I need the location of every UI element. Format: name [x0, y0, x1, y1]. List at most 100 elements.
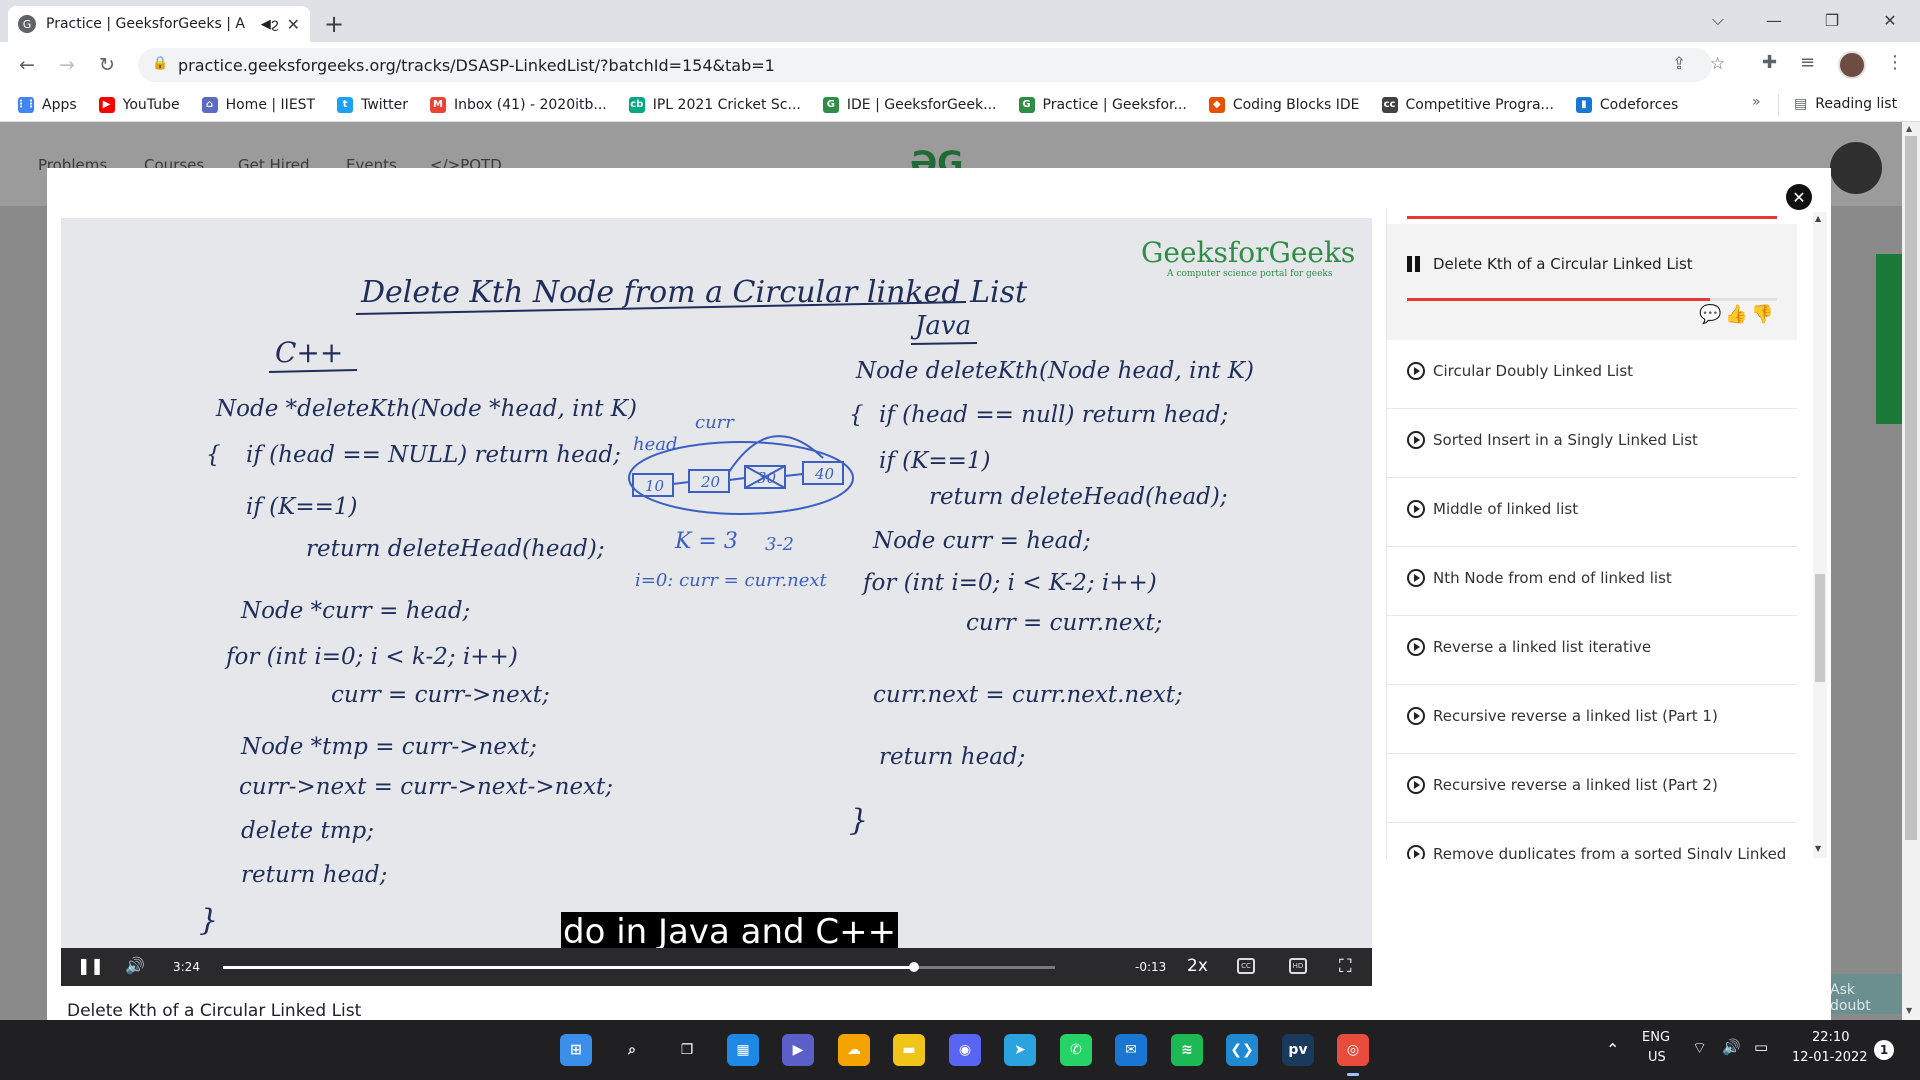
reading-list-label: Reading list	[1815, 96, 1898, 112]
taskbar-telegram-icon[interactable]: ➤	[1004, 1034, 1036, 1066]
windows-taskbar: ⌃ ENG US ⌔ 🔊 ▭ 22:10 12-01-2022 ⊞ ⌕ ❐ ▦ ▶ ☁ ▬ ◉…	[0, 1020, 1920, 1080]
seek-knob[interactable]	[908, 962, 919, 972]
bookmark-item[interactable]: cb IPL 2021 Cricket Sc...	[628, 96, 801, 113]
playlist-scroll-up-icon[interactable]: ▲	[1815, 214, 1821, 223]
comment-icon[interactable]: 💬	[1699, 304, 1721, 325]
playlist-scroll-down-icon[interactable]: ▼	[1815, 844, 1821, 853]
scroll-up-icon[interactable]: ▲	[1906, 124, 1912, 133]
taskbar-discord-icon[interactable]: ◉	[949, 1034, 981, 1066]
bookmark-item[interactable]: ⋮⋮ Apps	[16, 96, 77, 113]
video-player[interactable]: Delete Kth Node from a Circular linked L…	[61, 218, 1372, 986]
page-scrollbar[interactable]: ▲ ▼	[1902, 122, 1920, 1020]
bookmark-label: Apps	[42, 96, 77, 113]
volume-tray-icon[interactable]: 🔊	[1722, 1038, 1741, 1056]
video-controls: ❚❚ 🔊 3:24 -0:13 2x CC HD ⛶	[61, 948, 1372, 986]
menu-dots-icon[interactable]: ⋮	[1886, 52, 1904, 73]
bookmark-item[interactable]: G Practice | Geeksfor...	[1018, 96, 1187, 113]
notification-badge[interactable]: 1	[1874, 1040, 1894, 1060]
new-tab-button[interactable]: +	[318, 8, 350, 40]
tab-search-chevron-icon[interactable]: ⌵	[1690, 0, 1746, 40]
taskbar-chrome-icon[interactable]: ◎	[1337, 1034, 1369, 1076]
reading-list-button[interactable]: ▤ Reading list	[1794, 96, 1897, 112]
forward-button[interactable]: →	[52, 50, 82, 80]
scroll-down-icon[interactable]: ▼	[1906, 1006, 1912, 1015]
playlist-item[interactable]: Sorted Insert in a Singly Linked List	[1387, 409, 1797, 478]
lock-icon[interactable]: 🔒	[152, 56, 168, 71]
user-avatar[interactable]	[1830, 142, 1882, 194]
taskbar-teams-chat-icon[interactable]: ▶	[782, 1034, 814, 1066]
playlist-scrollbar[interactable]: ▲ ▼	[1813, 212, 1827, 858]
profile-avatar[interactable]	[1838, 51, 1866, 79]
bookmarks-overflow-button[interactable]: »	[1752, 94, 1761, 110]
playlist-item[interactable]: Middle of linked list	[1387, 478, 1797, 547]
playlist-item[interactable]: Reverse a linked list iterative	[1387, 616, 1797, 685]
taskbar-start-icon[interactable]: ⊞	[560, 1034, 592, 1066]
minimize-button[interactable]: —	[1746, 0, 1802, 40]
language-top[interactable]: ENG	[1642, 1030, 1670, 1045]
clock-time[interactable]: 22:10	[1812, 1030, 1849, 1045]
taskbar-widgets-icon[interactable]: ▦	[727, 1034, 759, 1066]
maximize-button[interactable]: ❐	[1804, 0, 1860, 40]
now-playing-pause-icon	[1407, 256, 1421, 272]
taskbar-task-view-icon[interactable]: ❐	[671, 1034, 703, 1066]
battery-icon[interactable]: ▭	[1754, 1038, 1768, 1056]
thumbs-down-icon[interactable]: 👎	[1751, 304, 1773, 325]
bookmark-item[interactable]: t Twitter	[337, 96, 408, 113]
fullscreen-icon[interactable]: ⛶	[1339, 956, 1352, 977]
taskbar-vscode-icon[interactable]: ❮❯	[1226, 1034, 1258, 1066]
extensions-icon[interactable]: ✚	[1762, 52, 1777, 73]
ask-doubt-button[interactable]: Ask doubt	[1822, 974, 1902, 1014]
reload-button[interactable]: ↻	[92, 50, 122, 80]
cpp-line-6: Node *curr = head;	[240, 598, 470, 624]
taskbar-whatsapp-icon[interactable]: ✆	[1060, 1034, 1092, 1066]
playlist-current-item[interactable]: Delete Kth of a Circular Linked List 💬 👍…	[1387, 224, 1797, 340]
playlist-item[interactable]: Recursive reverse a linked list (Part 2)	[1387, 754, 1797, 823]
cpp-line-10: curr->next = curr->next->next;	[239, 774, 613, 800]
browser-tab[interactable]: G Practice | GeeksforGeeks | A ◀ϩ ✕	[8, 6, 310, 42]
bookmark-star-icon[interactable]: ☆	[1710, 54, 1725, 74]
seek-bar[interactable]	[223, 962, 1055, 972]
bookmark-item[interactable]: cc Competitive Progra...	[1381, 96, 1554, 113]
thumbs-up-icon[interactable]: 👍	[1725, 304, 1747, 325]
playlist-item[interactable]: Recursive reverse a linked list (Part 1)	[1387, 685, 1797, 754]
cpp-label: C++	[275, 336, 343, 369]
volume-icon[interactable]: 🔊	[125, 956, 145, 975]
back-button[interactable]: ←	[12, 50, 42, 80]
close-window-button[interactable]: ✕	[1862, 0, 1918, 40]
taskbar-prime-video-icon[interactable]: pv	[1282, 1034, 1314, 1066]
speed-button[interactable]: 2x	[1187, 956, 1208, 976]
clock-date[interactable]: 12-01-2022	[1792, 1050, 1868, 1065]
taskbar-file-explorer-icon[interactable]: ▬	[893, 1034, 925, 1066]
bookmark-item[interactable]: ◆ Coding Blocks IDE	[1208, 96, 1360, 113]
wifi-icon[interactable]: ⌔	[1692, 1038, 1707, 1058]
taskbar-search-icon[interactable]: ⌕	[616, 1034, 648, 1066]
hd-button[interactable]: HD	[1289, 958, 1307, 974]
live-batches-tab[interactable]	[1876, 254, 1902, 424]
pause-button[interactable]: ❚❚	[77, 956, 104, 975]
modal-close-button[interactable]: ✕	[1786, 184, 1812, 210]
captions-button[interactable]: CC	[1237, 958, 1255, 974]
playlist-scroll-thumb[interactable]	[1815, 574, 1825, 682]
address-bar[interactable]: 🔒 practice.geeksforgeeks.org/tracks/DSAS…	[138, 48, 1725, 82]
taskbar-mail-icon[interactable]: ✉	[1115, 1034, 1147, 1066]
bookmark-item[interactable]: ⌂ Home | IIEST	[201, 96, 315, 113]
java-line-5: return deleteHead(head);	[929, 484, 1228, 510]
playlist-item[interactable]: Circular Doubly Linked List	[1387, 340, 1797, 409]
tray-overflow-icon[interactable]: ⌃	[1606, 1040, 1619, 1059]
page-scroll-thumb[interactable]	[1905, 136, 1917, 840]
speaker-icon[interactable]: ◀ϩ	[261, 17, 279, 32]
tab-close-icon[interactable]: ✕	[287, 15, 300, 34]
share-icon[interactable]: ⇪	[1672, 54, 1686, 74]
bookmark-item[interactable]: ▮ Codeforces	[1575, 96, 1678, 113]
bookmark-label: Practice | Geeksfor...	[1042, 96, 1187, 113]
language-bottom[interactable]: US	[1648, 1050, 1666, 1065]
media-control-icon[interactable]: ≡	[1800, 52, 1815, 73]
playlist-item[interactable]: Nth Node from end of linked list	[1387, 547, 1797, 616]
taskbar-weather-icon[interactable]: ☁	[838, 1034, 870, 1066]
bookmark-item[interactable]: M Inbox (41) - 2020itb...	[430, 96, 607, 113]
taskbar-spotify-icon[interactable]: ≋	[1171, 1034, 1203, 1066]
bookmark-item[interactable]: G IDE | GeeksforGeek...	[822, 96, 997, 113]
bookmark-item[interactable]: ▶ YouTube	[98, 96, 180, 113]
cpp-line-1: Node *deleteKth(Node *head, int K)	[215, 396, 637, 422]
playlist-item[interactable]: Remove duplicates from a sorted Singly L…	[1387, 823, 1797, 859]
